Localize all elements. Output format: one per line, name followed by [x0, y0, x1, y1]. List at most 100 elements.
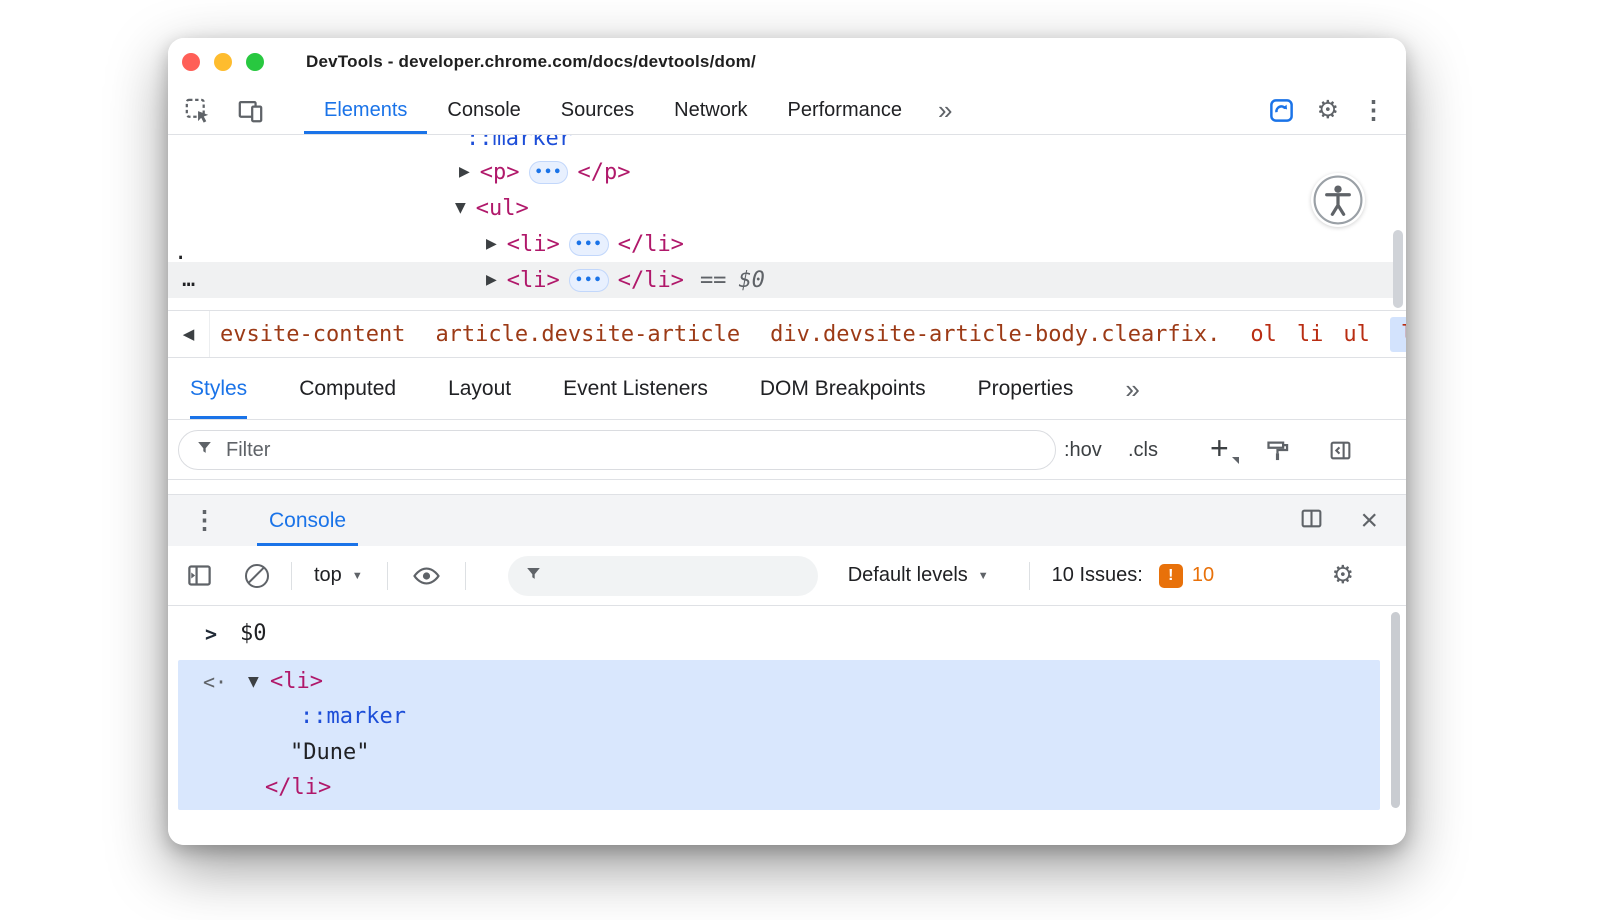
tree-row-ul[interactable]: ▼ <ul>	[168, 190, 1394, 226]
breadcrumb-item-ol[interactable]: ol	[1250, 322, 1277, 347]
tag-open: <li>	[507, 232, 560, 257]
breadcrumb-item-ul[interactable]: ul	[1343, 322, 1370, 347]
console-scrollbar[interactable]	[1391, 612, 1400, 808]
tab-computed[interactable]: Computed	[299, 358, 396, 419]
text-node-value: "Dune"	[290, 735, 369, 771]
tab-label: Computed	[299, 377, 396, 401]
tab-label: Properties	[978, 377, 1074, 401]
log-levels-selector[interactable]: Default levels ▼	[848, 564, 989, 587]
filter-funnel-icon	[524, 564, 543, 588]
tree-row-marker[interactable]: ::marker	[168, 135, 1394, 156]
tab-console[interactable]: Console	[427, 86, 540, 134]
live-expression-eye-icon[interactable]	[412, 564, 441, 588]
context-selector[interactable]: top ▼	[314, 564, 363, 587]
paint-roller-icon[interactable]	[1264, 437, 1291, 469]
breadcrumb-item-li-selected[interactable]: li	[1390, 317, 1406, 352]
tab-layout[interactable]: Layout	[448, 358, 511, 419]
minimize-window-button[interactable]	[214, 53, 232, 71]
return-value-arrow-icon: <·	[203, 664, 227, 700]
console-prompt-icon: >	[205, 614, 217, 654]
tab-styles[interactable]: Styles	[190, 358, 247, 419]
pseudo-state-toggle[interactable]: :hov	[1064, 420, 1102, 480]
tag-open: <ul>	[476, 196, 529, 221]
tree-row-p[interactable]: ▶ <p> ••• </p>	[168, 154, 1394, 190]
kebab-menu-icon[interactable]: ⋮	[192, 508, 217, 533]
tab-dom-breakpoints[interactable]: DOM Breakpoints	[760, 358, 926, 419]
new-style-rule-button[interactable]: +	[1210, 420, 1229, 480]
screen-rotation-icon[interactable]	[1268, 97, 1295, 124]
ellipsis-expand-icon[interactable]: •••	[529, 161, 569, 184]
settings-gear-icon[interactable]: ⚙	[1317, 98, 1339, 123]
styles-filter-input[interactable]	[226, 439, 1039, 462]
tree-row-li[interactable]: ▶ <li> ••• </li>	[168, 226, 1394, 262]
expand-arrow-icon[interactable]: ▶	[486, 236, 497, 252]
log-levels-value: Default levels	[848, 564, 968, 587]
breadcrumb-back-icon[interactable]: ◀	[168, 311, 210, 357]
console-result-selected[interactable]: <· ▼ <li> ::marker "Dune" </li>	[178, 660, 1380, 810]
console-filter-input[interactable]	[555, 564, 802, 587]
zoom-window-button[interactable]	[246, 53, 264, 71]
pseudo-element-marker[interactable]: ::marker	[466, 135, 572, 151]
tab-label: Layout	[448, 377, 511, 401]
expand-arrow-icon[interactable]: ▶	[459, 164, 470, 180]
ellipsis-expand-icon[interactable]: •••	[569, 233, 609, 256]
tab-elements[interactable]: Elements	[304, 86, 427, 134]
device-toolbar-icon[interactable]	[237, 97, 264, 124]
dollar-zero-reference: $0	[738, 268, 765, 293]
toolbar-right-controls: ⚙ ⋮	[1268, 97, 1406, 124]
tab-label: Performance	[788, 99, 903, 122]
tag-close: </li>	[618, 268, 684, 293]
tab-console-drawer[interactable]: Console	[257, 495, 358, 546]
tree-scrollbar[interactable]	[1393, 230, 1403, 308]
tab-performance[interactable]: Performance	[768, 86, 923, 134]
filter-funnel-icon	[195, 438, 214, 462]
expand-arrow-icon[interactable]: ▶	[486, 272, 497, 288]
chevron-down-icon: ▼	[978, 570, 989, 582]
ellipsis-expand-icon[interactable]: •••	[569, 269, 609, 292]
tag-open: <li>	[507, 268, 560, 293]
console-settings-gear-icon[interactable]: ⚙	[1332, 563, 1354, 588]
tab-event-listeners[interactable]: Event Listeners	[563, 358, 708, 419]
tab-label: Network	[674, 99, 747, 122]
issue-badge-icon: !	[1159, 564, 1183, 588]
issues-counter[interactable]: 10 Issues: ! 10	[1052, 564, 1214, 588]
kebab-menu-icon[interactable]: ⋮	[1361, 98, 1386, 123]
issues-label: 10 Issues:	[1052, 564, 1143, 587]
tab-network[interactable]: Network	[654, 86, 767, 134]
close-window-button[interactable]	[182, 53, 200, 71]
console-sidebar-icon[interactable]	[186, 562, 213, 589]
clipped-text-fragment: …	[182, 262, 195, 298]
accessibility-icon[interactable]	[1311, 173, 1365, 227]
dock-side-icon[interactable]	[1299, 506, 1324, 536]
more-tabs-chevron-icon[interactable]: »	[1125, 376, 1139, 402]
more-panels-chevron-icon[interactable]: »	[938, 97, 952, 123]
inspect-element-icon[interactable]	[184, 97, 211, 124]
console-filter-field[interactable]	[508, 556, 818, 596]
console-toolbar: top ▼ Default levels ▼ 10 Issues: !	[168, 546, 1406, 606]
pseudo-element-marker[interactable]: ::marker	[300, 699, 406, 735]
styles-filter-field[interactable]	[178, 430, 1056, 470]
tab-sources[interactable]: Sources	[541, 86, 654, 134]
breadcrumb-item-li[interactable]: li	[1297, 322, 1324, 347]
console-expression: $0	[240, 614, 267, 654]
styles-filter-bar: :hov .cls +	[168, 420, 1406, 480]
breadcrumb-item-div[interactable]: div.devsite-article-body.clearfix.	[770, 322, 1220, 347]
class-toggle[interactable]: .cls	[1128, 420, 1158, 480]
collapse-arrow-icon[interactable]: ▼	[455, 200, 466, 216]
breadcrumb-item-article[interactable]: article.devsite-article	[435, 322, 740, 347]
collapse-arrow-icon[interactable]: ▼	[248, 664, 259, 700]
elements-dom-tree: ::marker ▶ <p> ••• </p> ▼ <ul> ▶ <li> ••…	[168, 135, 1406, 310]
chevron-down-icon: ▼	[352, 570, 363, 582]
tree-row-li-selected[interactable]: … ▶ <li> ••• </li> == $0	[168, 262, 1394, 298]
console-message-row[interactable]: > $0	[168, 614, 1406, 654]
panel-tabs: Elements Console Sources Network Perform…	[304, 86, 922, 134]
tab-label: Elements	[324, 99, 407, 122]
tab-label: Console	[447, 99, 520, 122]
breadcrumb-item-devsite-content[interactable]: evsite-content	[220, 322, 405, 347]
tab-label: Console	[269, 509, 346, 533]
tab-properties[interactable]: Properties	[978, 358, 1074, 419]
tab-label: Sources	[561, 99, 634, 122]
collapse-panel-icon[interactable]	[1328, 438, 1353, 468]
close-icon[interactable]: ×	[1360, 506, 1378, 536]
clear-console-icon[interactable]	[245, 564, 269, 588]
